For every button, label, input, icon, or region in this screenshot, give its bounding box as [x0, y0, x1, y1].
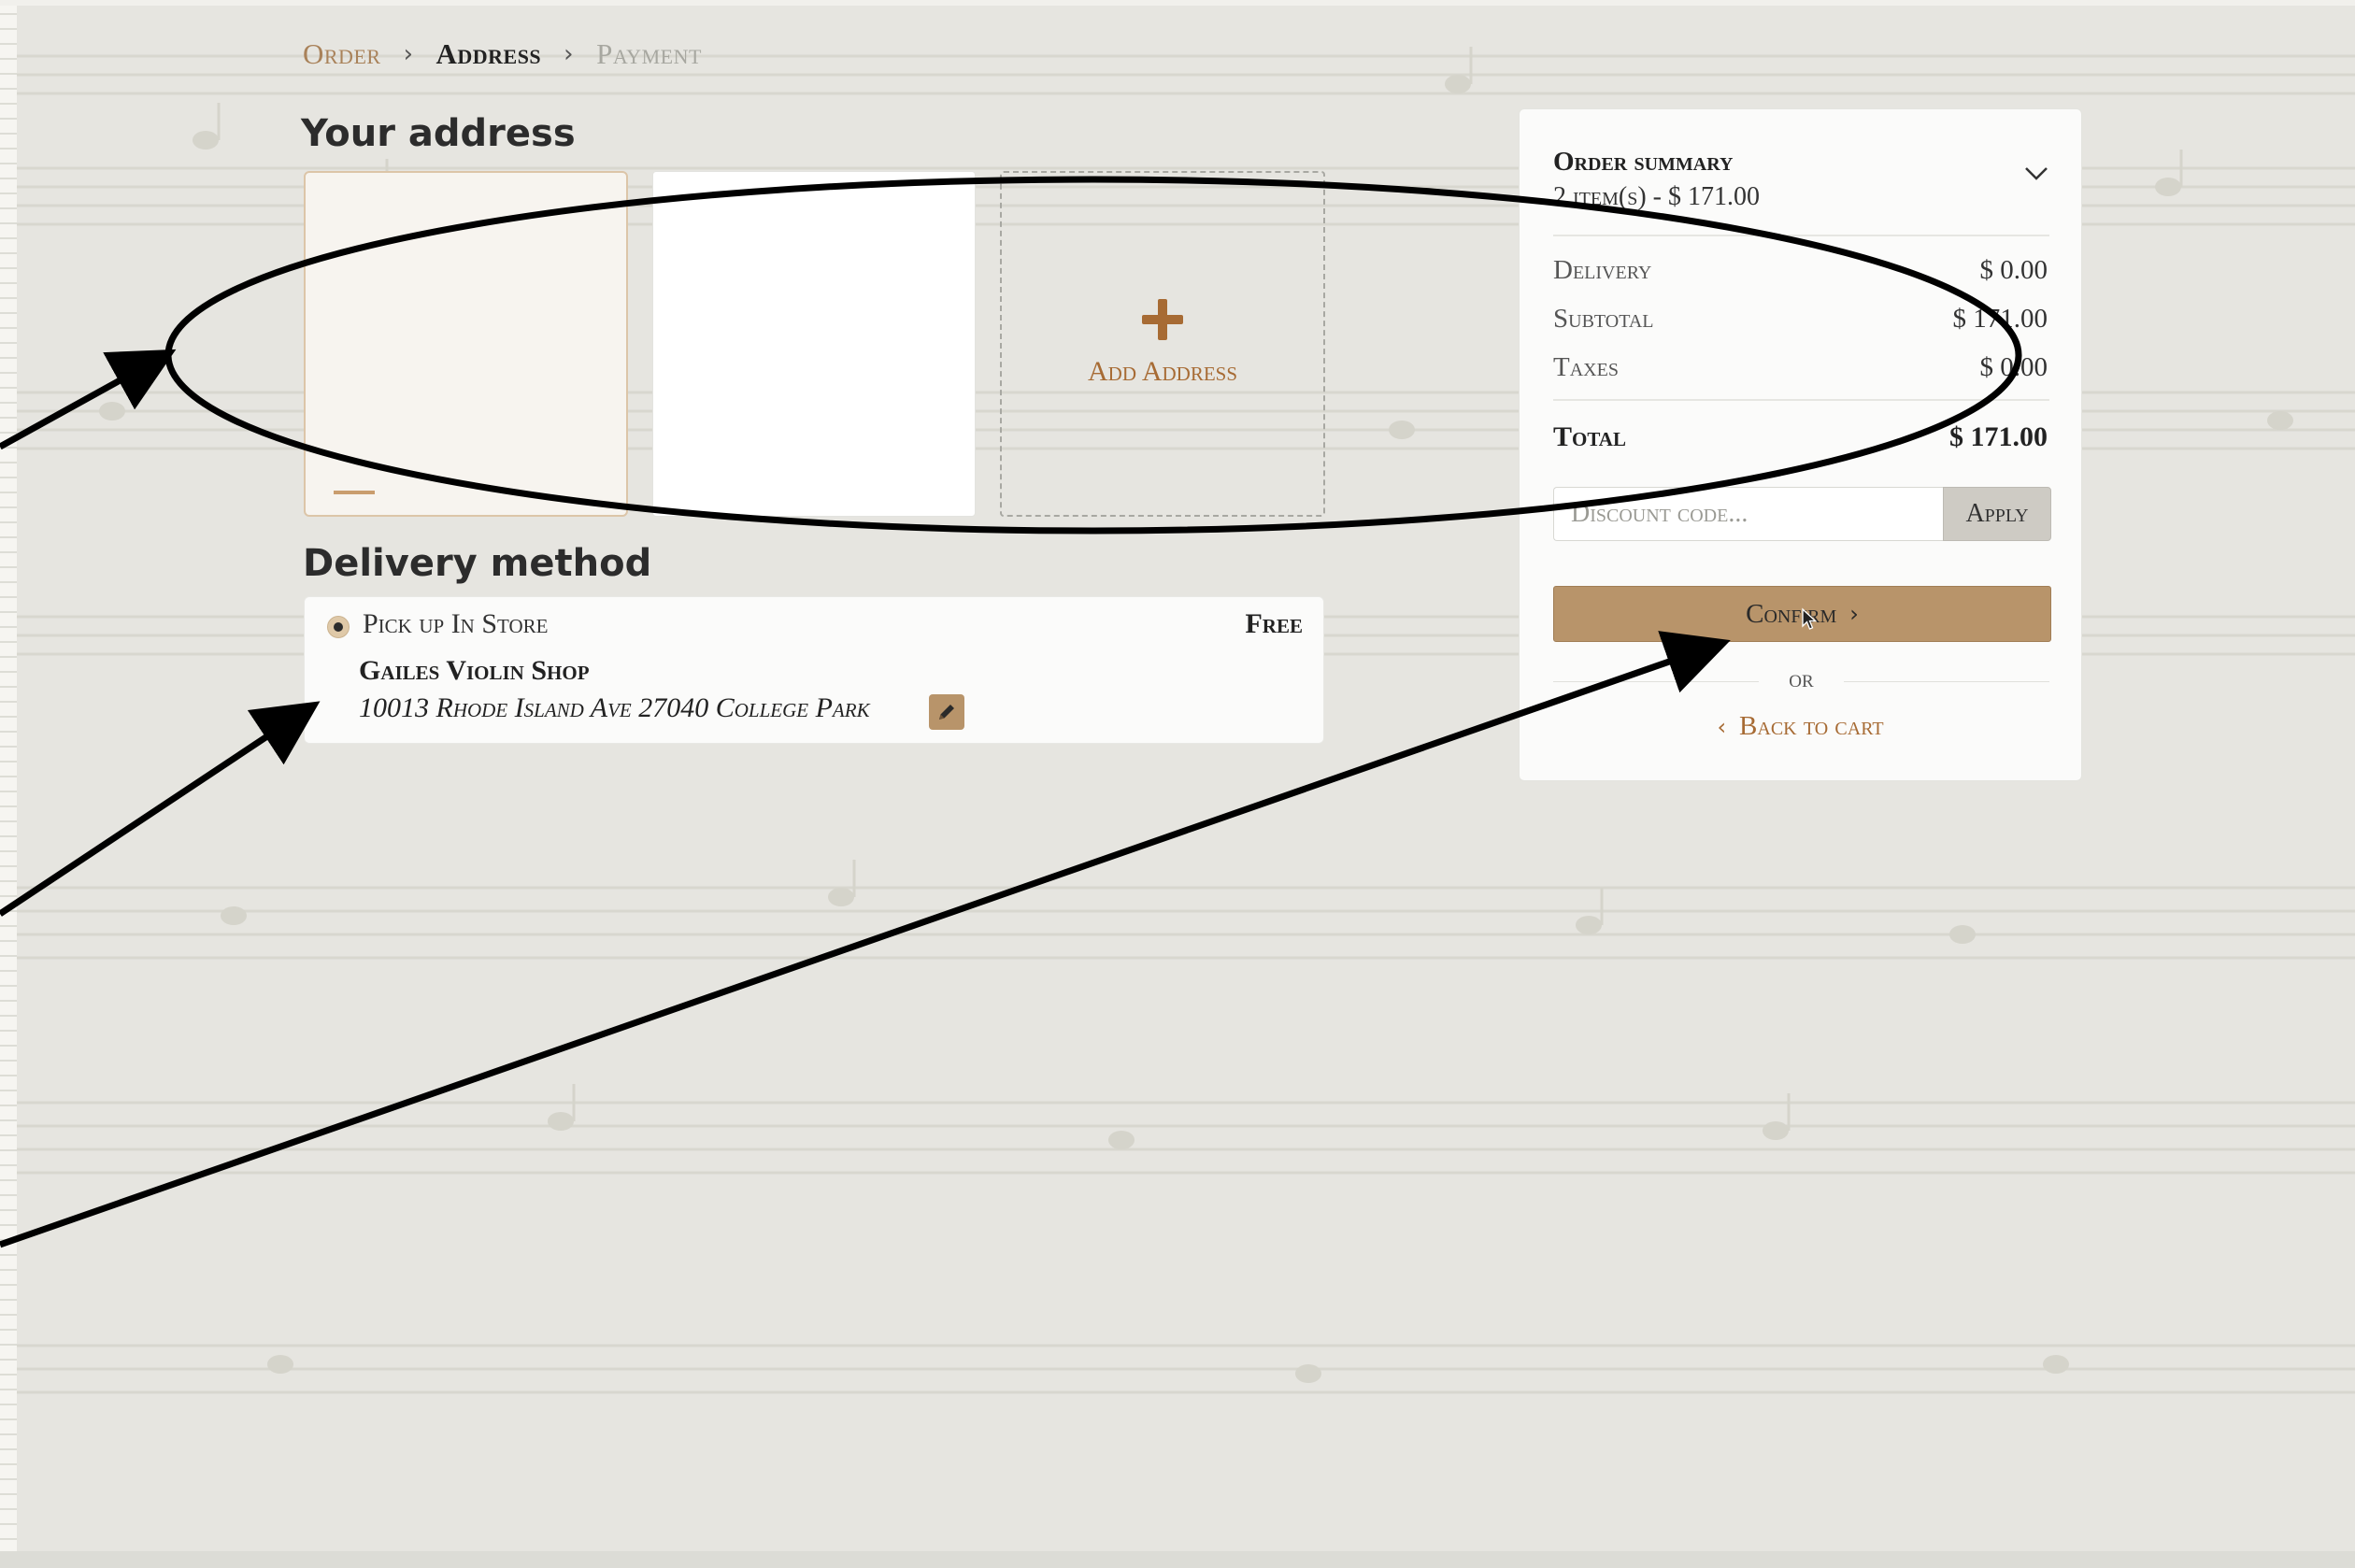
delivery-option-label: Pick up In Store: [363, 608, 549, 639]
delivery-method-heading: Delivery method: [303, 542, 652, 585]
breadcrumb-order[interactable]: Order: [303, 37, 381, 71]
order-summary-title: Order summary: [1553, 147, 1734, 177]
back-to-cart-link[interactable]: ‹ Back to cart: [1520, 711, 2081, 742]
address-card[interactable]: [652, 171, 976, 517]
chevron-left-icon: ‹: [1717, 714, 1727, 740]
pencil-icon: [939, 705, 954, 720]
breadcrumb-address: Address: [435, 37, 542, 70]
chevron-right-icon: ›: [403, 40, 414, 68]
delivery-option-pickup[interactable]: Pick up In Store Free Gailes Violin Shop…: [304, 596, 1324, 744]
store-name: Gailes Violin Shop: [359, 655, 590, 686]
breadcrumb-payment: Payment: [596, 37, 702, 70]
apply-discount-button[interactable]: Apply: [1943, 487, 2051, 541]
selected-indicator-bar: [334, 491, 375, 494]
chevron-right-icon: ›: [1849, 601, 1859, 627]
delivery-value: $ 0.00: [1979, 255, 2048, 285]
or-label: or: [1789, 664, 1814, 692]
top-edge-band: [0, 0, 2355, 6]
plus-icon: [1142, 299, 1183, 340]
your-address-heading: Your address: [301, 112, 576, 155]
chevron-right-icon: ›: [564, 40, 575, 68]
store-address: 10013 Rhode Island Ave 27040 College Par…: [359, 692, 870, 723]
breadcrumb: Order › Address › Payment: [303, 37, 702, 71]
subtotal-value: $ 171.00: [1952, 304, 2048, 334]
discount-code-input[interactable]: [1553, 487, 1943, 541]
add-address-button[interactable]: Add Address: [1000, 171, 1325, 517]
address-card-selected[interactable]: [304, 171, 628, 517]
total-label: Total: [1553, 421, 1626, 452]
delivery-option-price: Free: [1245, 608, 1303, 639]
total-value: $ 171.00: [1949, 421, 2048, 452]
confirm-label: Confirm: [1746, 598, 1837, 629]
order-summary-items: 2 item(s) - $ 171.00: [1553, 182, 1760, 211]
divider: [1553, 399, 2049, 401]
subtotal-label: Subtotal: [1553, 304, 1654, 334]
chevron-down-icon[interactable]: [2023, 165, 2049, 182]
back-to-cart-label: Back to cart: [1739, 711, 1884, 741]
taxes-value: $ 0.00: [1979, 352, 2048, 382]
add-address-label: Add Address: [1087, 356, 1238, 387]
mouse-cursor-icon: [1802, 607, 1818, 630]
left-edge-strip: [0, 0, 17, 1568]
edit-store-button[interactable]: [929, 694, 964, 730]
taxes-label: Taxes: [1553, 352, 1619, 382]
divider: [1553, 235, 2049, 236]
bottom-edge-band: [0, 1551, 2355, 1568]
or-separator: or: [1553, 664, 2049, 698]
radio-selected-icon[interactable]: [327, 616, 350, 638]
delivery-label: Delivery: [1553, 255, 1652, 285]
order-summary-panel: Order summary 2 item(s) - $ 171.00 Deliv…: [1519, 108, 2082, 781]
